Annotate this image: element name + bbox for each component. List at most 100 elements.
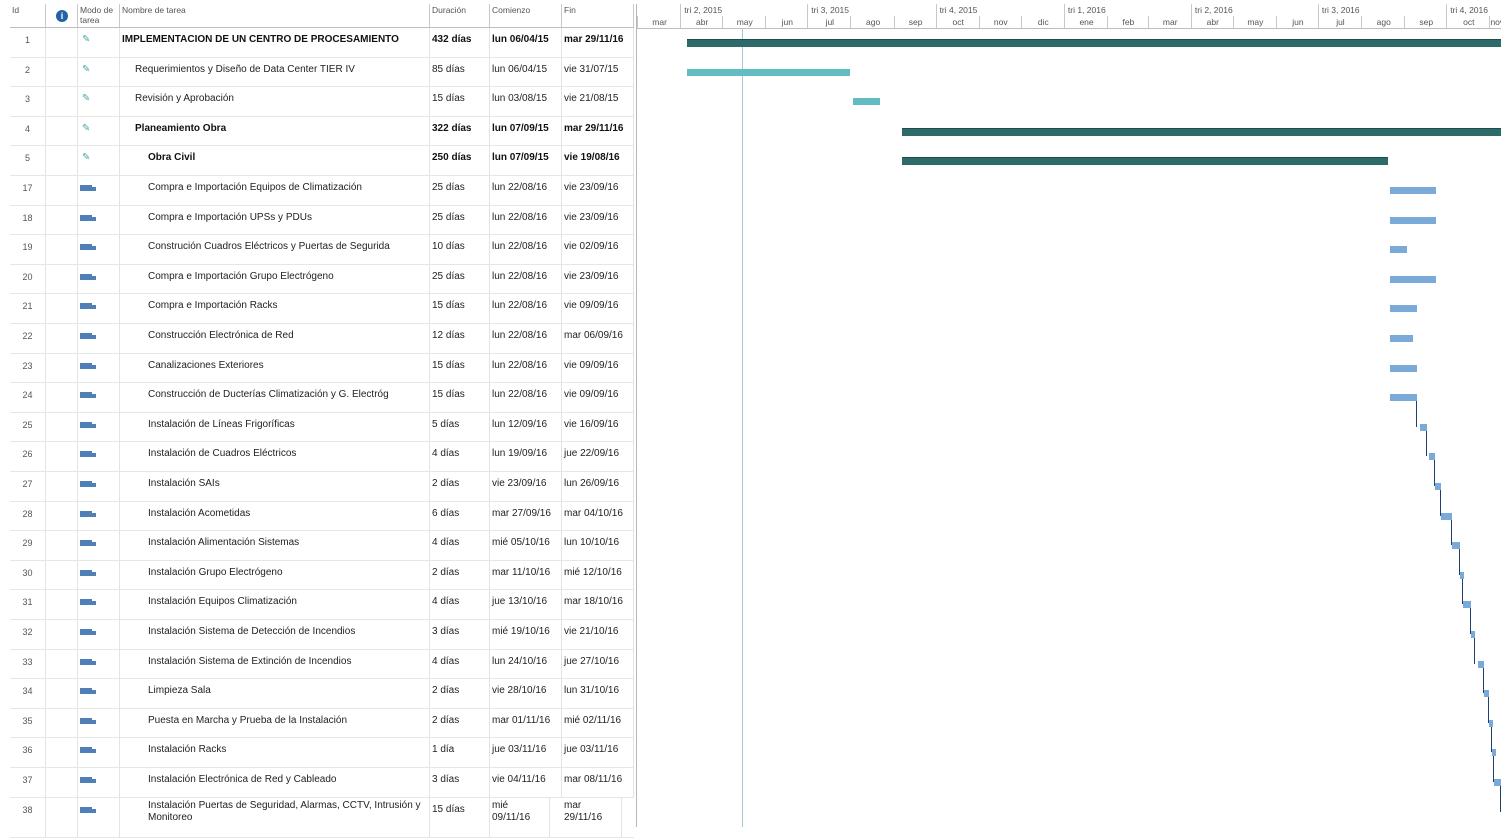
task-start[interactable]: vie 23/09/16 — [490, 472, 562, 501]
task-mode[interactable] — [78, 265, 120, 294]
task-row[interactable]: 31Instalación Equipos Climatización4 día… — [10, 590, 634, 620]
task-start[interactable]: lun 22/08/16 — [490, 235, 562, 264]
task-name[interactable]: Instalación Puertas de Seguridad, Alarma… — [120, 798, 430, 837]
task-row[interactable]: 5✎Obra Civil250 díaslun 07/09/15vie 19/0… — [10, 146, 634, 176]
task-mode[interactable] — [78, 472, 120, 501]
task-name[interactable]: Instalación Sistema de Extinción de Ince… — [120, 650, 430, 679]
task-row[interactable]: 35Puesta en Marcha y Prueba de la Instal… — [10, 709, 634, 739]
task-name[interactable]: Instalación de Cuadros Eléctricos — [120, 442, 430, 471]
task-name[interactable]: Instalación SAIs — [120, 472, 430, 501]
task-start[interactable]: mié 09/11/16 — [490, 798, 550, 837]
task-duration[interactable]: 15 días — [430, 383, 490, 412]
task-end[interactable]: jue 22/09/16 — [562, 442, 634, 471]
task-bar[interactable] — [1390, 217, 1436, 224]
task-mode[interactable] — [78, 798, 120, 837]
task-start[interactable]: lun 06/04/15 — [490, 28, 562, 57]
task-start[interactable]: lun 24/10/16 — [490, 650, 562, 679]
task-end[interactable]: mar 18/10/16 — [562, 590, 634, 619]
task-name[interactable]: Instalación Electrónica de Red y Cablead… — [120, 768, 430, 797]
col-header-info[interactable]: i — [46, 4, 78, 28]
task-mode[interactable] — [78, 709, 120, 738]
task-bar[interactable] — [1460, 572, 1464, 579]
task-duration[interactable]: 4 días — [430, 590, 490, 619]
task-duration[interactable]: 15 días — [430, 798, 490, 837]
task-bar[interactable] — [1492, 749, 1496, 756]
task-duration[interactable]: 4 días — [430, 650, 490, 679]
task-mode[interactable]: ✎ — [78, 58, 120, 87]
task-end[interactable]: mar 08/11/16 — [562, 768, 634, 797]
task-start[interactable]: lun 22/08/16 — [490, 265, 562, 294]
task-end[interactable]: mar 29/11/16 — [562, 28, 634, 57]
task-row[interactable]: 19Construción Cuadros Eléctricos y Puert… — [10, 235, 634, 265]
task-end[interactable]: mar 04/10/16 — [562, 502, 634, 531]
task-start[interactable]: lun 22/08/16 — [490, 354, 562, 383]
task-row[interactable]: 1✎IMPLEMENTACION DE UN CENTRO DE PROCESA… — [10, 28, 634, 58]
task-end[interactable]: mar 29/11/16 — [562, 798, 622, 837]
task-duration[interactable]: 2 días — [430, 709, 490, 738]
task-bar[interactable] — [1441, 513, 1452, 520]
task-start[interactable]: lun 12/09/16 — [490, 413, 562, 442]
task-duration[interactable]: 12 días — [430, 324, 490, 353]
task-name[interactable]: Instalación Equipos Climatización — [120, 590, 430, 619]
task-end[interactable]: lun 10/10/16 — [562, 531, 634, 560]
task-mode[interactable] — [78, 738, 120, 767]
task-bar[interactable] — [1435, 483, 1441, 490]
task-mode[interactable]: ✎ — [78, 87, 120, 116]
task-duration[interactable]: 1 día — [430, 738, 490, 767]
task-row[interactable]: 21Compra e Importación Racks15 díaslun 2… — [10, 294, 634, 324]
task-duration[interactable]: 2 días — [430, 679, 490, 708]
task-end[interactable]: vie 09/09/16 — [562, 383, 634, 412]
task-start[interactable]: jue 13/10/16 — [490, 590, 562, 619]
task-start[interactable]: jue 03/11/16 — [490, 738, 562, 767]
task-bar[interactable] — [1390, 276, 1436, 283]
task-end[interactable]: mié 12/10/16 — [562, 561, 634, 590]
task-end[interactable]: vie 02/09/16 — [562, 235, 634, 264]
task-name[interactable]: Instalación Acometidas — [120, 502, 430, 531]
task-row[interactable]: 22Construcción Electrónica de Red12 días… — [10, 324, 634, 354]
col-header-name[interactable]: Nombre de tarea — [120, 4, 430, 28]
task-start[interactable]: lun 06/04/15 — [490, 58, 562, 87]
task-duration[interactable]: 10 días — [430, 235, 490, 264]
task-duration[interactable]: 6 días — [430, 502, 490, 531]
task-bar[interactable] — [1452, 542, 1460, 549]
task-bar[interactable] — [1494, 779, 1501, 786]
col-header-mode[interactable]: Modo de tarea — [78, 4, 120, 28]
task-row[interactable]: 29Instalación Alimentación Sistemas4 día… — [10, 531, 634, 561]
task-start[interactable]: lun 03/08/15 — [490, 87, 562, 116]
summary-bar[interactable] — [687, 39, 1501, 47]
task-duration[interactable]: 25 días — [430, 176, 490, 205]
task-duration[interactable]: 322 días — [430, 117, 490, 146]
task-end[interactable]: lun 31/10/16 — [562, 679, 634, 708]
task-name[interactable]: Requerimientos y Diseño de Data Center T… — [120, 58, 430, 87]
task-duration[interactable]: 4 días — [430, 531, 490, 560]
task-row[interactable]: 37Instalación Electrónica de Red y Cable… — [10, 768, 634, 798]
task-bar[interactable] — [1390, 187, 1436, 194]
task-duration[interactable]: 4 días — [430, 442, 490, 471]
task-bar[interactable] — [1390, 335, 1412, 342]
task-mode[interactable] — [78, 590, 120, 619]
task-name[interactable]: Compra e Importación UPSs y PDUs — [120, 206, 430, 235]
task-row[interactable]: 4✎Planeamiento Obra322 díaslun 07/09/15m… — [10, 117, 634, 147]
task-row[interactable]: 30Instalación Grupo Electrógeno2 díasmar… — [10, 561, 634, 591]
task-name[interactable]: Construcción de Ducterías Climatización … — [120, 383, 430, 412]
task-name[interactable]: Instalación de Líneas Frigoríficas — [120, 413, 430, 442]
task-end[interactable]: jue 03/11/16 — [562, 738, 634, 767]
task-mode[interactable] — [78, 502, 120, 531]
task-name[interactable]: Compra e Importación Racks — [120, 294, 430, 323]
task-bar[interactable] — [1478, 661, 1484, 668]
task-duration[interactable]: 25 días — [430, 206, 490, 235]
task-end[interactable]: vie 09/09/16 — [562, 354, 634, 383]
task-mode[interactable] — [78, 324, 120, 353]
task-name[interactable]: Revisión y Aprobación — [120, 87, 430, 116]
task-mode[interactable] — [78, 650, 120, 679]
task-duration[interactable]: 3 días — [430, 620, 490, 649]
task-name[interactable]: Planeamiento Obra — [120, 117, 430, 146]
task-start[interactable]: mié 19/10/16 — [490, 620, 562, 649]
task-bar[interactable] — [1390, 365, 1417, 372]
task-mode[interactable] — [78, 531, 120, 560]
task-row[interactable]: 36Instalación Racks1 díajue 03/11/16jue … — [10, 738, 634, 768]
task-mode[interactable] — [78, 561, 120, 590]
task-duration[interactable]: 432 días — [430, 28, 490, 57]
task-end[interactable]: vie 21/10/16 — [562, 620, 634, 649]
task-end[interactable]: mar 29/11/16 — [562, 117, 634, 146]
